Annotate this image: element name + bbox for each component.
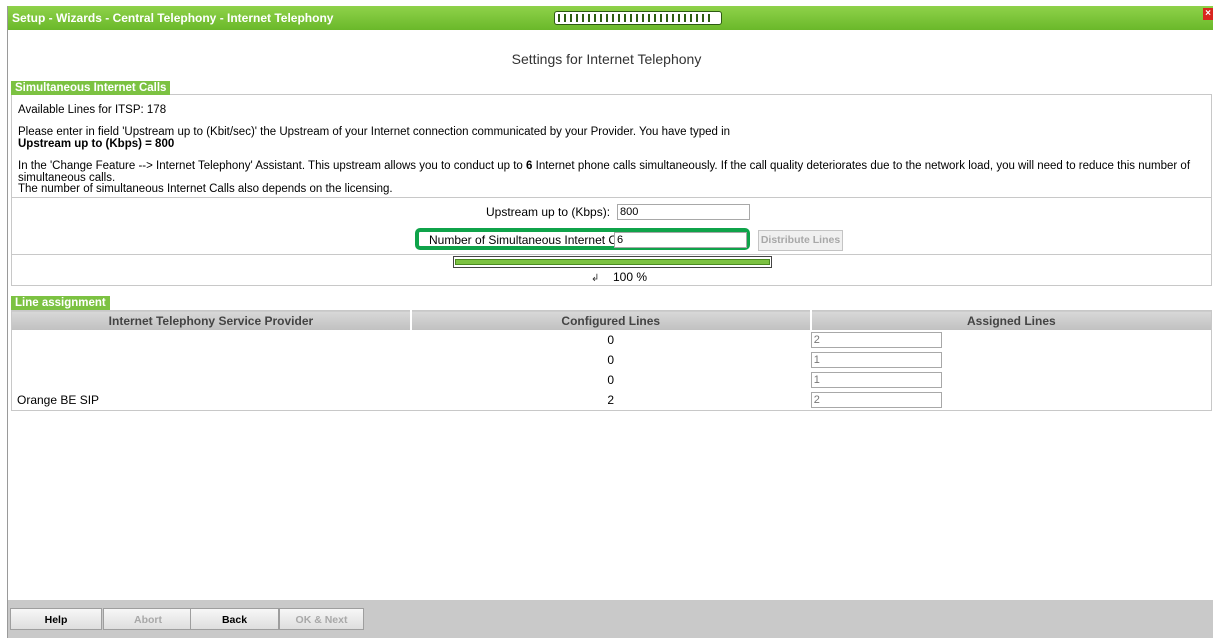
assigned-lines-input[interactable]: 2 [810, 332, 942, 348]
instruction-text: Please enter in field 'Upstream up to (K… [18, 126, 731, 138]
column-header-assigned: Assigned Lines [810, 310, 1212, 330]
configured-cell: 0 [607, 333, 615, 347]
page-title: Settings for Internet Telephony [511, 51, 702, 67]
simultaneous-info-panel: Available Lines for ITSP: 178 Please ent… [11, 94, 1212, 198]
available-lines-text: Available Lines for ITSP: 178 [18, 104, 167, 116]
abort-button[interactable]: Abort [103, 608, 193, 630]
configured-cell: 0 [607, 373, 615, 387]
table-row: Orange BE SIP 2 2 [12, 390, 1212, 411]
activity-indicator [554, 11, 722, 25]
upstream-typed-text: Upstream up to (Kbps) = 800 [18, 138, 175, 150]
window-title: Setup - Wizards - Central Telephony - In… [12, 11, 334, 25]
upstream-input[interactable]: 800 [617, 204, 750, 220]
ok-next-button[interactable]: OK & Next [279, 608, 364, 630]
line-assignment-table: Internet Telephony Service Provider Conf… [11, 310, 1212, 411]
line-assignment-legend: Line assignment [11, 296, 110, 310]
provider-cell [12, 350, 411, 370]
simultaneous-calls-input[interactable]: 6 [614, 232, 747, 248]
simultaneous-calls-legend: Simultaneous Internet Calls [11, 81, 171, 95]
calls-label: Number of Simultaneous Internet Calls: [429, 233, 639, 247]
assigned-lines-input[interactable]: 2 [810, 392, 942, 408]
provider-cell [12, 330, 411, 350]
provider-cell: Orange BE SIP [17, 393, 100, 407]
progress-fill [455, 259, 770, 265]
assigned-lines-input[interactable]: 1 [810, 352, 942, 368]
help-button[interactable]: Help [10, 608, 102, 630]
configured-cell: 2 [607, 393, 615, 407]
close-icon[interactable]: × [1203, 8, 1213, 20]
title-bar: Setup - Wizards - Central Telephony - In… [8, 6, 1213, 30]
column-header-provider: Internet Telephony Service Provider [11, 310, 412, 330]
button-bar: Help Abort Back OK & Next [8, 600, 1213, 638]
configured-cell: 0 [607, 353, 615, 367]
distribute-lines-button[interactable]: Distribute Lines [758, 230, 843, 251]
table-row: 0 1 [12, 370, 1212, 390]
table-row: 0 2 [12, 330, 1212, 350]
provider-cell [12, 370, 411, 390]
progress-text: 100 % [613, 270, 648, 284]
back-button[interactable]: Back [190, 608, 279, 630]
assigned-lines-input[interactable]: 1 [810, 372, 942, 388]
column-header-configured: Configured Lines [410, 310, 812, 330]
table-row: 0 1 [12, 350, 1212, 370]
distribution-progress-bar [453, 256, 772, 268]
cursor-icon: ↲ [591, 273, 600, 284]
upstream-label: Upstream up to (Kbps): [486, 205, 611, 219]
assistant-text: In the 'Change Feature --> Internet Tele… [18, 160, 1191, 184]
licensing-note: The number of simultaneous Internet Call… [18, 183, 393, 195]
